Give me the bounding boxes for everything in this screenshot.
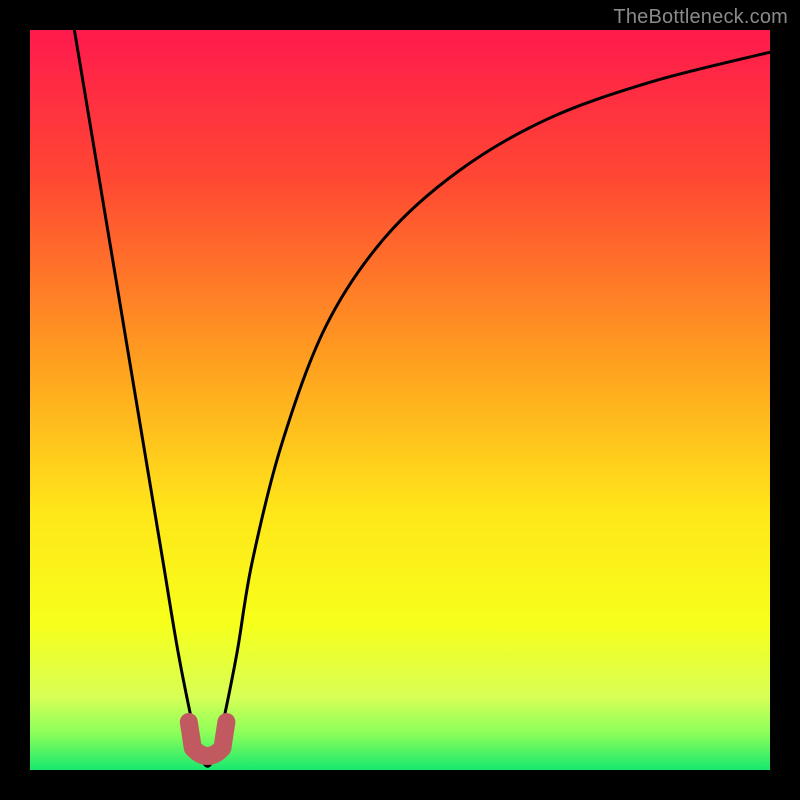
bottleneck-curve xyxy=(30,30,770,770)
chart-frame: TheBottleneck.com xyxy=(0,0,800,800)
plot-area xyxy=(30,30,770,770)
minimum-marker xyxy=(189,722,227,756)
watermark-text: TheBottleneck.com xyxy=(613,6,788,29)
curve-path xyxy=(74,30,770,766)
